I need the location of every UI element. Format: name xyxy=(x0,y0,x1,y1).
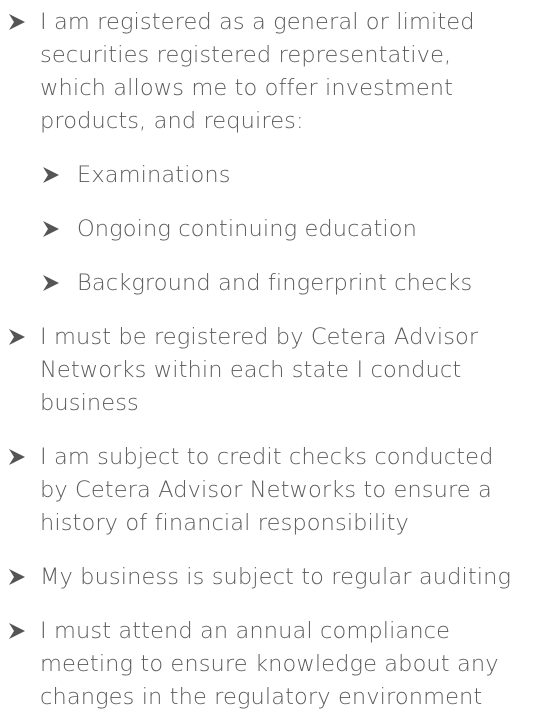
bullet-list: I am registered as a general or limited … xyxy=(0,0,540,717)
sub-list-item-label: Background and fingerprint checks xyxy=(77,270,473,296)
list-item-line: I must attend an annual compliance xyxy=(40,618,451,644)
arrowhead-bullet-icon xyxy=(41,273,61,293)
list-item-line: by Cetera Advisor Networks to ensure a xyxy=(40,477,492,503)
list-item-line: I am registered as a general or limited xyxy=(40,9,475,35)
list-item-line: My business is subject to regular auditi… xyxy=(40,564,512,590)
list-item-line: which allows me to offer investment xyxy=(40,75,454,101)
list-item-line: I must be registered by Cetera Advisor xyxy=(40,324,479,350)
list-item-line: changes in the regulatory environment xyxy=(40,684,483,710)
list-item-line: meeting to ensure knowledge about any xyxy=(40,651,499,677)
sub-list-item-label: Ongoing continuing education xyxy=(77,216,418,242)
arrowhead-bullet-icon xyxy=(7,621,27,641)
list-item-line: products, and requires: xyxy=(40,108,304,134)
list-item-line: business xyxy=(40,390,139,416)
arrowhead-bullet-icon xyxy=(41,165,61,185)
list-item-line: history of financial responsibility xyxy=(40,510,409,536)
list-item-line: I am subject to credit checks conducted xyxy=(40,444,494,470)
list-item-line: Networks within each state I conduct xyxy=(40,357,462,383)
list-item-line: securities registered representative, xyxy=(40,42,452,68)
arrowhead-bullet-icon xyxy=(7,447,27,467)
arrowhead-bullet-icon xyxy=(7,327,27,347)
arrowhead-bullet-icon xyxy=(7,567,27,587)
arrowhead-bullet-icon xyxy=(7,12,27,32)
arrowhead-bullet-icon xyxy=(41,219,61,239)
sub-list-item-label: Examinations xyxy=(77,162,231,188)
